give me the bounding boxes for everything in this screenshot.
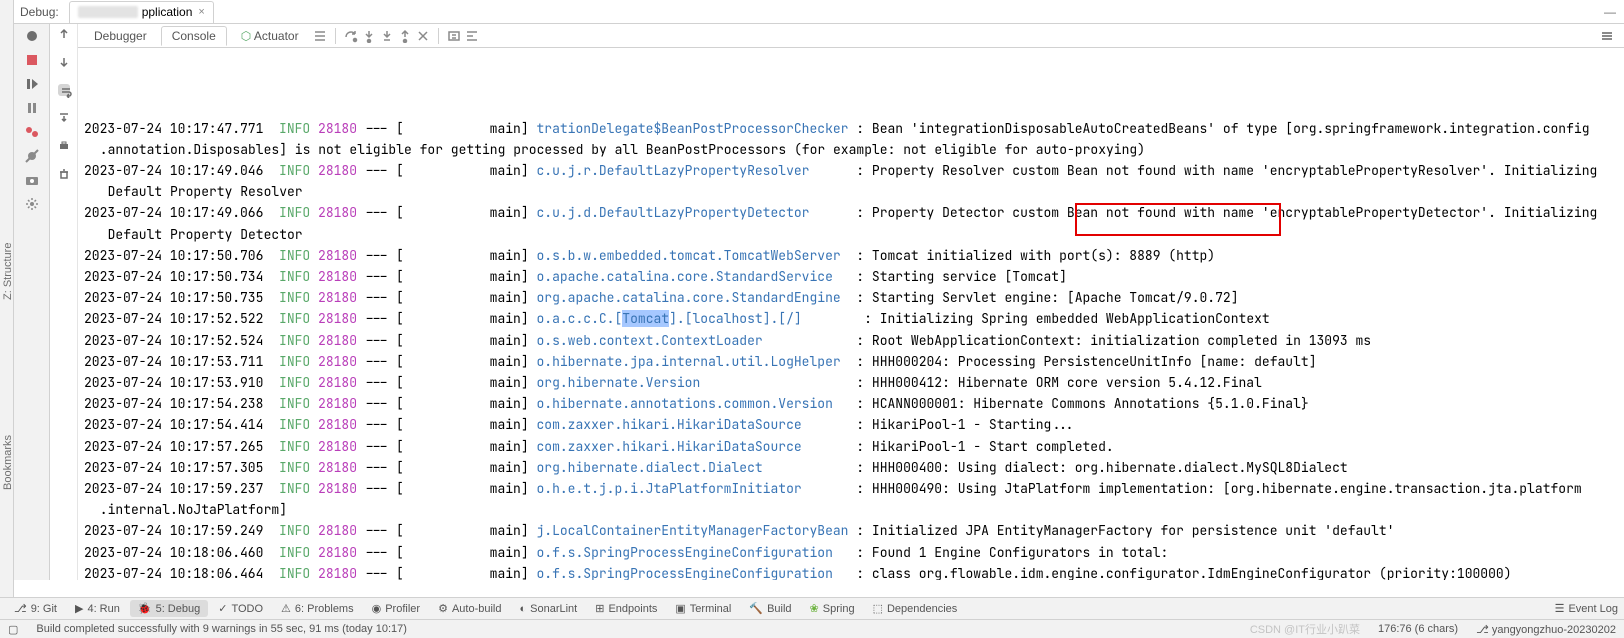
tab-autobuild[interactable]: ⚙ Auto-build	[430, 600, 509, 617]
tab-event-log[interactable]: ☰ Event Log	[1547, 600, 1624, 617]
log-line: 2023-07-24 10:17:59.237 INFO 28180 --- […	[84, 478, 1616, 499]
tab-problems[interactable]: ⚠ 6: Problems	[273, 600, 362, 617]
debug-toolwindow-header: Debug: pplication × —	[14, 0, 1624, 24]
close-icon[interactable]: ×	[198, 6, 204, 18]
log-line: Default Property Resolver	[84, 181, 1616, 202]
tab-terminal[interactable]: ▣ Terminal	[667, 600, 739, 617]
log-line: 2023-07-24 10:17:57.265 INFO 28180 --- […	[84, 436, 1616, 457]
git-branch[interactable]: ⎇ yangyongzhuo-20230202	[1476, 623, 1616, 636]
log-line: 2023-07-24 10:17:49.066 INFO 28180 --- […	[84, 202, 1616, 223]
log-line: 2023-07-24 10:17:47.771 INFO 28180 --- […	[84, 118, 1616, 139]
log-line: 2023-07-24 10:17:53.910 INFO 28180 --- […	[84, 372, 1616, 393]
separator	[438, 28, 439, 44]
stop-icon[interactable]	[24, 52, 40, 68]
mute-breakpoints-icon[interactable]	[24, 148, 40, 164]
log-line: 2023-07-24 10:17:52.524 INFO 28180 --- […	[84, 330, 1616, 351]
debug-action-rail	[14, 24, 50, 580]
tab-actuator[interactable]: ⬡ Actuator	[231, 27, 309, 45]
blurred-config-name	[78, 6, 138, 18]
step-out-icon[interactable]	[398, 29, 412, 43]
log-line: 2023-07-24 10:17:50.734 INFO 28180 --- […	[84, 266, 1616, 287]
view-breakpoints-icon[interactable]	[24, 124, 40, 140]
rerun-icon[interactable]	[24, 28, 40, 44]
tab-sonarlint[interactable]: ◐ SonarLint	[511, 601, 585, 617]
trace-icon[interactable]	[465, 29, 479, 43]
status-bar: ▢ Build completed successfully with 9 wa…	[0, 619, 1624, 638]
force-step-into-icon[interactable]	[380, 29, 394, 43]
log-line: 2023-07-24 10:17:52.522 INFO 28180 --- […	[84, 308, 1616, 329]
tab-debug[interactable]: 🐞 5: Debug	[130, 600, 208, 617]
structure-tool-label[interactable]: Z: Structure	[2, 243, 14, 300]
down-arrow-icon[interactable]	[58, 56, 70, 68]
tab-endpoints[interactable]: ⊞ Endpoints	[587, 600, 665, 617]
list-icon[interactable]	[313, 29, 327, 43]
separator	[335, 28, 336, 44]
cursor-position[interactable]: 176:76 (6 chars)	[1378, 623, 1458, 635]
log-line: 2023-07-24 10:17:54.238 INFO 28180 --- […	[84, 393, 1616, 414]
step-over-icon[interactable]	[344, 29, 358, 43]
log-line: 2023-07-24 10:17:57.305 INFO 28180 --- […	[84, 457, 1616, 478]
soft-wrap-icon[interactable]	[58, 84, 70, 96]
settings-icon[interactable]	[24, 196, 40, 212]
resume-icon[interactable]	[24, 76, 40, 92]
scroll-to-end-icon[interactable]	[58, 112, 70, 124]
step-into-icon[interactable]	[362, 29, 376, 43]
debug-label: Debug:	[20, 5, 59, 19]
tab-run[interactable]: ▶ 4: Run	[67, 600, 128, 617]
tab-spring[interactable]: ❀ Spring	[802, 600, 863, 617]
console-action-rail	[50, 24, 78, 580]
log-line: 2023-07-24 10:17:50.706 INFO 28180 --- […	[84, 245, 1616, 266]
up-arrow-icon[interactable]	[58, 28, 70, 40]
camera-icon[interactable]	[24, 172, 40, 188]
log-line: .internal.NoJtaPlatform]	[84, 499, 1616, 520]
tab-debugger[interactable]: Debugger	[84, 27, 157, 45]
run-config-tab[interactable]: pplication ×	[69, 1, 214, 23]
tool-windows-icon[interactable]: ▢	[8, 623, 18, 636]
tab-git[interactable]: ⎇ 9: Git	[6, 600, 65, 617]
tab-profiler[interactable]: ◉ Profiler	[364, 600, 428, 617]
log-line: .annotation.Disposables] is not eligible…	[84, 139, 1616, 160]
debug-tabs: Debugger Console ⬡ Actuator	[78, 24, 1624, 48]
tool-window-bar: ⎇ 9: Git ▶ 4: Run 🐞 5: Debug ✓ TODO ⚠ 6:…	[0, 597, 1624, 619]
tab-dependencies[interactable]: ⬚ Dependencies	[865, 600, 966, 617]
tab-build[interactable]: 🔨 Build	[741, 600, 799, 617]
log-line: 2023-07-24 10:17:54.414 INFO 28180 --- […	[84, 414, 1616, 435]
log-line: 2023-07-24 10:18:06.460 INFO 28180 --- […	[84, 542, 1616, 563]
print-icon[interactable]	[58, 140, 70, 152]
log-line: 2023-07-24 10:18:06.464 INFO 28180 --- […	[84, 563, 1616, 580]
evaluate-icon[interactable]	[447, 29, 461, 43]
bookmarks-tool-label[interactable]: Bookmarks	[2, 435, 14, 490]
more-icon[interactable]	[1600, 29, 1614, 43]
clear-icon[interactable]	[58, 168, 70, 180]
log-line: 2023-07-24 10:17:49.046 INFO 28180 --- […	[84, 160, 1616, 181]
console-output[interactable]: 2023-07-24 10:17:47.771 INFO 28180 --- […	[78, 48, 1624, 580]
tab-console[interactable]: Console	[161, 26, 227, 46]
log-line: 2023-07-24 10:17:50.735 INFO 28180 --- […	[84, 287, 1616, 308]
main-panel: Debugger Console ⬡ Actuator 2023-07	[78, 24, 1624, 580]
log-line: Default Property Detector	[84, 224, 1616, 245]
pause-icon[interactable]	[24, 100, 40, 116]
build-status-message: Build completed successfully with 9 warn…	[36, 623, 407, 635]
drop-frame-icon[interactable]	[416, 29, 430, 43]
log-line: 2023-07-24 10:17:53.711 INFO 28180 --- […	[84, 351, 1616, 372]
log-line: 2023-07-24 10:17:59.249 INFO 28180 --- […	[84, 520, 1616, 541]
minimize-icon[interactable]: —	[1604, 5, 1616, 19]
watermark: CSDN @IT行业小趴菜	[1250, 621, 1360, 637]
tab-todo[interactable]: ✓ TODO	[210, 600, 271, 617]
